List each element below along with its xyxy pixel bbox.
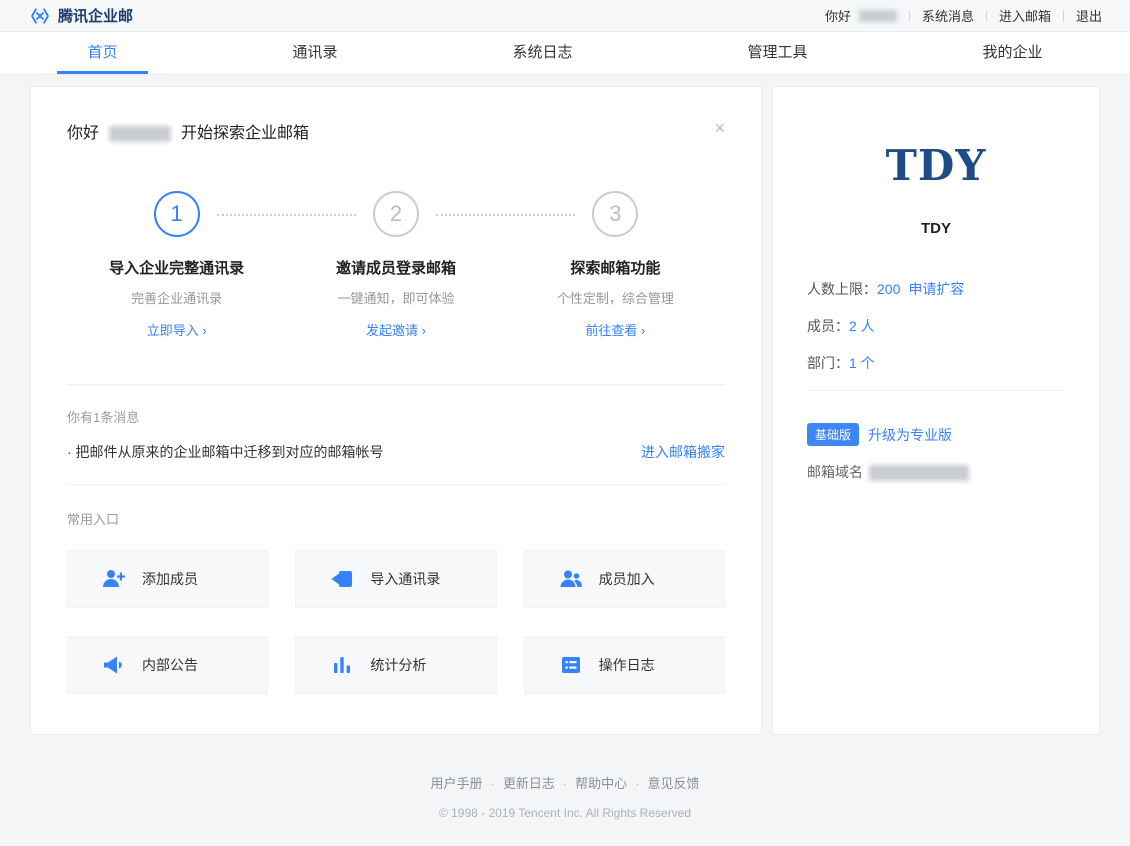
shortcut-add-member[interactable]: 添加成员 — [67, 550, 268, 608]
step-import-contacts: 1 导入企业完整通讯录 完善企业通讯录 立即导入 › — [67, 191, 286, 340]
edition-badge: 基础版 — [807, 423, 859, 446]
statistics-icon — [330, 653, 354, 677]
message-text: · 把邮件从原来的企业邮箱中迁移到对应的邮箱帐号 — [67, 442, 384, 462]
tab-system-log[interactable]: 系统日志 — [482, 32, 602, 74]
shortcut-label: 操作日志 — [599, 655, 655, 675]
add-member-icon — [102, 567, 126, 591]
step-desc: 完善企业通讯录 — [67, 288, 286, 307]
go-view-link[interactable]: 前往查看 › — [585, 323, 645, 338]
member-join-icon — [559, 567, 583, 591]
announcement-icon — [102, 653, 126, 677]
step-invite-members: 2 邀请成员登录邮箱 一键通知，即可体验 发起邀请 › — [286, 191, 505, 340]
step-desc: 个性定制，综合管理 — [506, 288, 725, 307]
company-logo: TDY — [807, 141, 1065, 190]
department-count-value[interactable]: 1 个 — [849, 355, 875, 371]
request-expansion-link[interactable]: 申请扩容 — [908, 281, 964, 297]
copyright: © 1998 - 2019 Tencent Inc. All Rights Re… — [0, 806, 1130, 820]
topbar-link-system-messages[interactable]: 系统消息 — [922, 6, 974, 25]
topbar: 腾讯企业邮 你好 系统消息 进入邮箱 退出 — [0, 0, 1130, 32]
shortcut-statistics[interactable]: 统计分析 — [295, 636, 496, 694]
mail-domain-row: 邮箱域名 — [807, 462, 1065, 482]
step-number-badge: 2 — [373, 191, 419, 237]
member-limit-line: 人数上限：200 申请扩容 — [807, 279, 1065, 299]
separator — [986, 10, 987, 22]
shortcut-label: 添加成员 — [142, 569, 198, 589]
shortcut-label: 统计分析 — [370, 655, 426, 675]
upgrade-link[interactable]: 升级为专业版 — [868, 425, 952, 445]
redacted-username — [109, 126, 171, 142]
mailbox-migration-link[interactable]: 进入邮箱搬家 — [641, 442, 725, 462]
shortcut-announcement[interactable]: 内部公告 — [67, 636, 268, 694]
member-limit-label: 人数上限： — [807, 281, 877, 297]
shortcut-operation-log[interactable]: 操作日志 — [524, 636, 725, 694]
import-now-link[interactable]: 立即导入 › — [147, 323, 207, 338]
messages-section: 你有1条消息 · 把邮件从原来的企业邮箱中迁移到对应的邮箱帐号 进入邮箱搬家 — [67, 384, 725, 485]
onboarding-title-suffix: 开始探索企业邮箱 — [181, 125, 309, 142]
brand: 腾讯企业邮 — [30, 5, 133, 26]
footer-links: 用户手册 · 更新日志 · 帮助中心 · 意见反馈 — [0, 773, 1130, 792]
footer-link-changelog[interactable]: 更新日志 — [503, 776, 555, 791]
message-item: · 把邮件从原来的企业邮箱中迁移到对应的邮箱帐号 进入邮箱搬家 — [67, 442, 725, 485]
divider — [807, 390, 1065, 391]
company-card: TDY TDY 人数上限：200 申请扩容 成员：2 人 部门：1 个 基础版 升… — [772, 86, 1100, 735]
close-icon[interactable]: × — [714, 119, 725, 137]
tab-my-company[interactable]: 我的企业 — [952, 32, 1072, 74]
department-count-line: 部门：1 个 — [807, 353, 1065, 373]
shortcut-label: 导入通讯录 — [370, 569, 440, 589]
step-title: 探索邮箱功能 — [506, 257, 725, 278]
topbar-right: 你好 系统消息 进入邮箱 退出 — [825, 6, 1102, 25]
step-title: 邀请成员登录邮箱 — [286, 257, 505, 278]
shortcuts-section: 常用入口 添加成员 — [67, 509, 725, 694]
separator: · — [563, 776, 567, 791]
shortcut-member-join[interactable]: 成员加入 — [524, 550, 725, 608]
separator: · — [490, 776, 494, 791]
step-title: 导入企业完整通讯录 — [67, 257, 286, 278]
tab-contacts[interactable]: 通讯录 — [262, 32, 367, 74]
footer-link-help-center[interactable]: 帮助中心 — [575, 776, 627, 791]
mail-domain-label: 邮箱域名 — [807, 464, 863, 480]
footer: 用户手册 · 更新日志 · 帮助中心 · 意见反馈 © 1998 - 2019 Tencen… — [0, 735, 1130, 846]
member-count-value[interactable]: 2 人 — [849, 318, 875, 334]
redacted-username — [859, 10, 897, 22]
operation-log-icon — [559, 653, 583, 677]
department-count-label: 部门： — [807, 355, 849, 371]
separator: · — [635, 776, 639, 791]
shortcut-label: 内部公告 — [142, 655, 198, 675]
exmail-logo-icon — [30, 6, 50, 26]
shortcut-label: 成员加入 — [599, 569, 655, 589]
main-content: 你好 开始探索企业邮箱 × 1 导入企业完整通讯录 完善企业通讯录 立即导入 › … — [0, 75, 1130, 735]
step-number-badge: 1 — [154, 191, 200, 237]
tab-admin-tools[interactable]: 管理工具 — [717, 32, 837, 74]
shortcut-import-contacts[interactable]: 导入通讯录 — [295, 550, 496, 608]
footer-link-user-manual[interactable]: 用户手册 — [430, 776, 482, 791]
member-count-label: 成员： — [807, 318, 849, 334]
tab-home[interactable]: 首页 — [57, 32, 147, 74]
send-invite-link[interactable]: 发起邀请 › — [366, 323, 426, 338]
onboarding-title-prefix: 你好 — [67, 125, 99, 142]
import-contacts-icon — [330, 567, 354, 591]
messages-header: 你有1条消息 — [67, 407, 725, 426]
greeting-text: 你好 — [825, 6, 851, 25]
member-limit-value: 200 — [877, 281, 900, 297]
company-info: 人数上限：200 申请扩容 成员：2 人 部门：1 个 — [807, 279, 1065, 373]
separator — [909, 10, 910, 22]
onboarding-steps: 1 导入企业完整通讯录 完善企业通讯录 立即导入 › 2 邀请成员登录邮箱 一键… — [67, 191, 725, 340]
redacted-mail-domain — [869, 465, 969, 481]
onboarding-title: 你好 开始探索企业邮箱 — [67, 119, 309, 143]
onboarding-card: 你好 开始探索企业邮箱 × 1 导入企业完整通讯录 完善企业通讯录 立即导入 › … — [30, 86, 762, 735]
step-explore-features: 3 探索邮箱功能 个性定制，综合管理 前往查看 › — [506, 191, 725, 340]
separator — [1063, 10, 1064, 22]
main-nav: 首页 通讯录 系统日志 管理工具 我的企业 — [0, 32, 1130, 75]
company-name: TDY — [807, 220, 1065, 237]
shortcuts-header: 常用入口 — [67, 509, 725, 528]
brand-name: 腾讯企业邮 — [58, 5, 133, 26]
footer-link-feedback[interactable]: 意见反馈 — [648, 776, 700, 791]
step-desc: 一键通知，即可体验 — [286, 288, 505, 307]
edition-row: 基础版 升级为专业版 — [807, 423, 1065, 446]
topbar-link-logout[interactable]: 退出 — [1076, 6, 1102, 25]
step-number-badge: 3 — [592, 191, 638, 237]
topbar-link-enter-mailbox[interactable]: 进入邮箱 — [999, 6, 1051, 25]
member-count-line: 成员：2 人 — [807, 316, 1065, 336]
